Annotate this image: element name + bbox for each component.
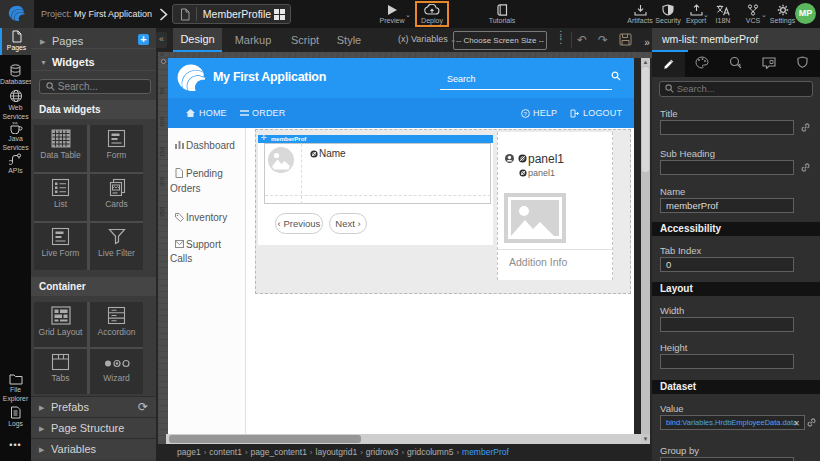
svg-text:?: ? xyxy=(524,111,528,117)
